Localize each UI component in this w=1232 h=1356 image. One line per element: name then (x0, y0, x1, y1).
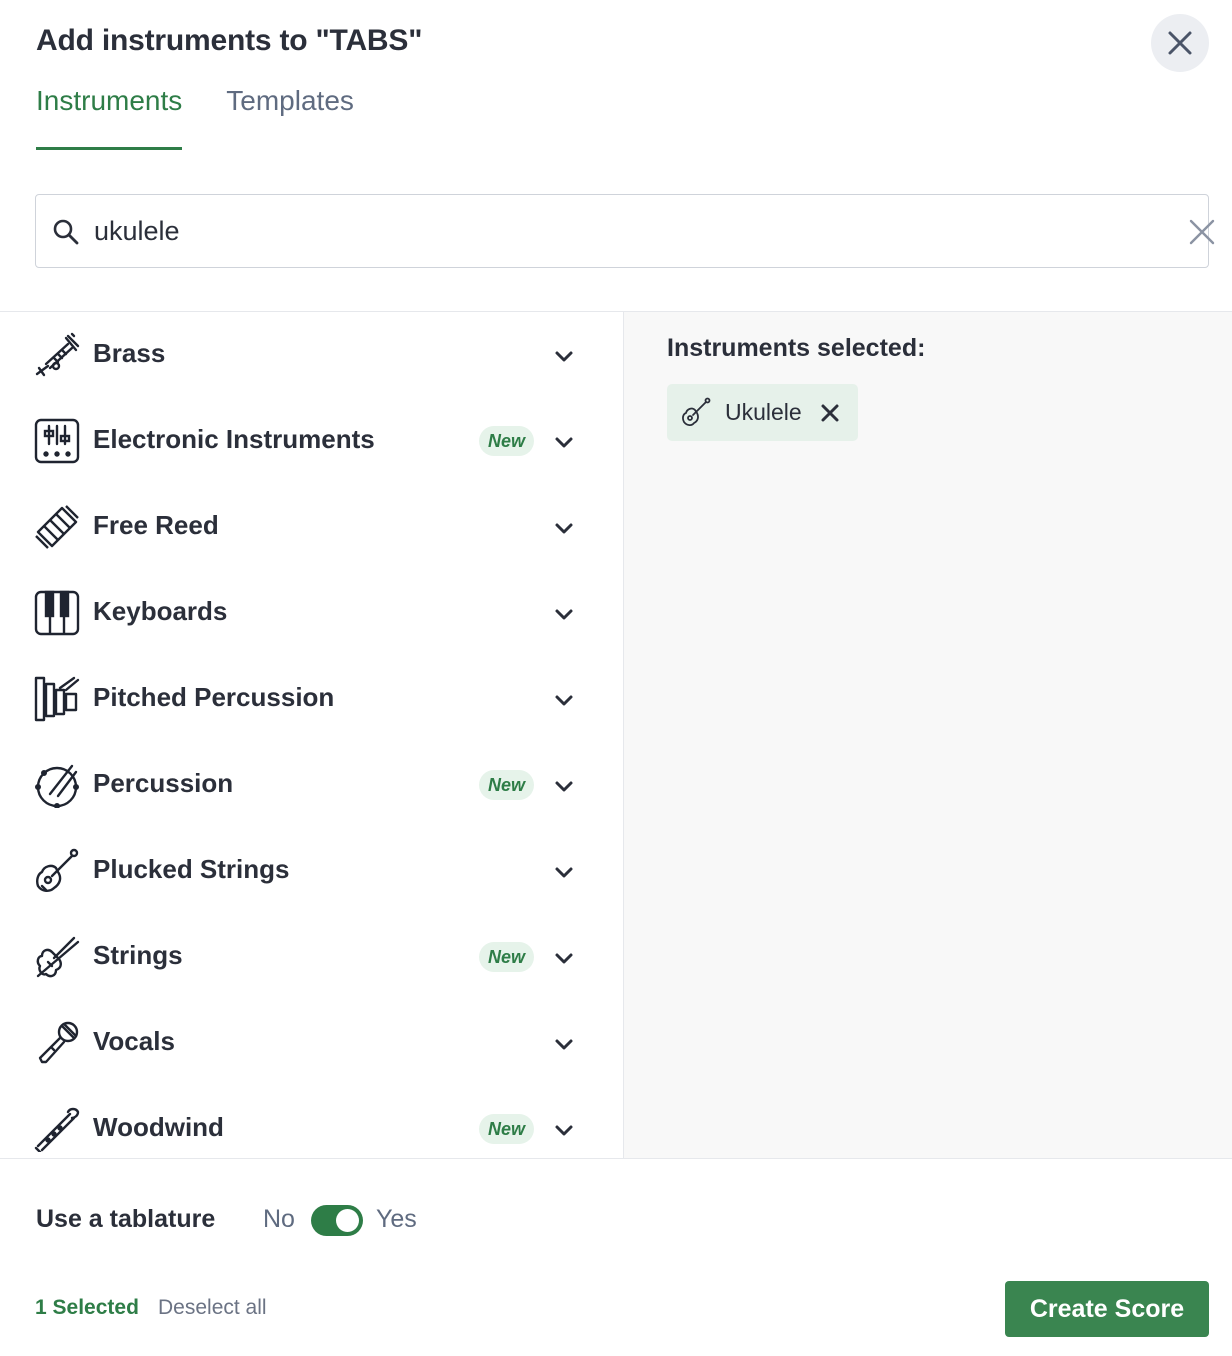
category-label: Free Reed (93, 510, 219, 540)
deselect-all-link[interactable]: Deselect all (158, 1296, 267, 1320)
search-box (35, 194, 1215, 268)
category-list: Brass Electronic Instruments New Free Re… (0, 312, 622, 1158)
create-score-button[interactable]: Create Score (1005, 1281, 1209, 1337)
chevron-down-icon[interactable] (553, 861, 575, 883)
chevron-down-icon[interactable] (553, 689, 575, 711)
new-badge: New (479, 426, 535, 456)
category-percussion[interactable]: Percussion New (0, 742, 622, 828)
toggle-knob (336, 1209, 359, 1232)
chevron-down-icon[interactable] (553, 603, 575, 625)
tablature-toggle[interactable] (311, 1205, 363, 1236)
selection-panel: Instruments selected: Ukulele (623, 312, 1232, 1158)
chevron-down-icon[interactable] (553, 947, 575, 969)
remove-icon[interactable] (819, 402, 841, 424)
violin-icon (36, 936, 80, 978)
new-badge: New (479, 1114, 535, 1144)
tab-bar: Instruments Templates (36, 80, 398, 150)
chevron-down-icon[interactable] (553, 431, 575, 453)
chevron-down-icon[interactable] (553, 1033, 575, 1055)
tablature-label: Use a tablature (36, 1205, 216, 1233)
tab-instruments[interactable]: Instruments (36, 80, 183, 150)
chip-label: Ukulele (725, 399, 802, 425)
category-label: Plucked Strings (93, 854, 290, 884)
category-free-reed[interactable]: Free Reed (0, 484, 622, 570)
xylophone-icon (34, 676, 80, 722)
category-label: Percussion (93, 768, 234, 798)
divider (0, 1158, 1232, 1159)
toggle-no-label: No (263, 1205, 295, 1233)
selection-title: Instruments selected: (667, 334, 926, 362)
drum-icon (35, 764, 80, 808)
synthesizer-icon (34, 418, 80, 464)
microphone-icon (38, 1021, 79, 1064)
category-label: Vocals (93, 1026, 175, 1056)
category-label: Electronic Instruments (93, 424, 375, 454)
guitar-icon (36, 848, 79, 892)
close-icon (1168, 31, 1192, 55)
category-label: Brass (93, 338, 166, 368)
dialog-title: Add instruments to "TABS" (36, 24, 423, 57)
category-strings[interactable]: Strings New (0, 914, 622, 1000)
selected-count: 1 Selected (35, 1296, 139, 1319)
category-electronic-instruments[interactable]: Electronic Instruments New (0, 398, 622, 484)
chevron-down-icon[interactable] (553, 775, 575, 797)
category-keyboards[interactable]: Keyboards (0, 570, 622, 656)
search-icon (53, 219, 79, 245)
category-woodwind[interactable]: Woodwind New (0, 1086, 622, 1158)
accordion-icon (35, 505, 79, 549)
category-brass[interactable]: Brass (0, 312, 622, 398)
search-input[interactable] (94, 209, 1134, 253)
category-label: Strings (93, 940, 183, 970)
chevron-down-icon[interactable] (553, 517, 575, 539)
close-dialog-button[interactable] (1151, 14, 1209, 72)
chevron-down-icon[interactable] (553, 1119, 575, 1141)
clear-icon[interactable] (1186, 216, 1218, 248)
new-badge: New (479, 770, 535, 800)
ukulele-icon (682, 397, 711, 427)
piano-keys-icon (34, 590, 80, 636)
category-pitched-percussion[interactable]: Pitched Percussion (0, 656, 622, 742)
category-label: Pitched Percussion (93, 682, 335, 712)
category-label: Keyboards (93, 596, 228, 626)
trumpet-icon (35, 332, 80, 377)
selected-instrument-chip: Ukulele (667, 384, 858, 441)
flute-icon (34, 1107, 80, 1152)
tab-templates[interactable]: Templates (226, 80, 354, 150)
category-plucked-strings[interactable]: Plucked Strings (0, 828, 622, 914)
category-vocals[interactable]: Vocals (0, 1000, 622, 1086)
category-label: Woodwind (93, 1112, 224, 1142)
toggle-yes-label: Yes (376, 1205, 417, 1233)
new-badge: New (479, 942, 535, 972)
chevron-down-icon[interactable] (553, 345, 575, 367)
